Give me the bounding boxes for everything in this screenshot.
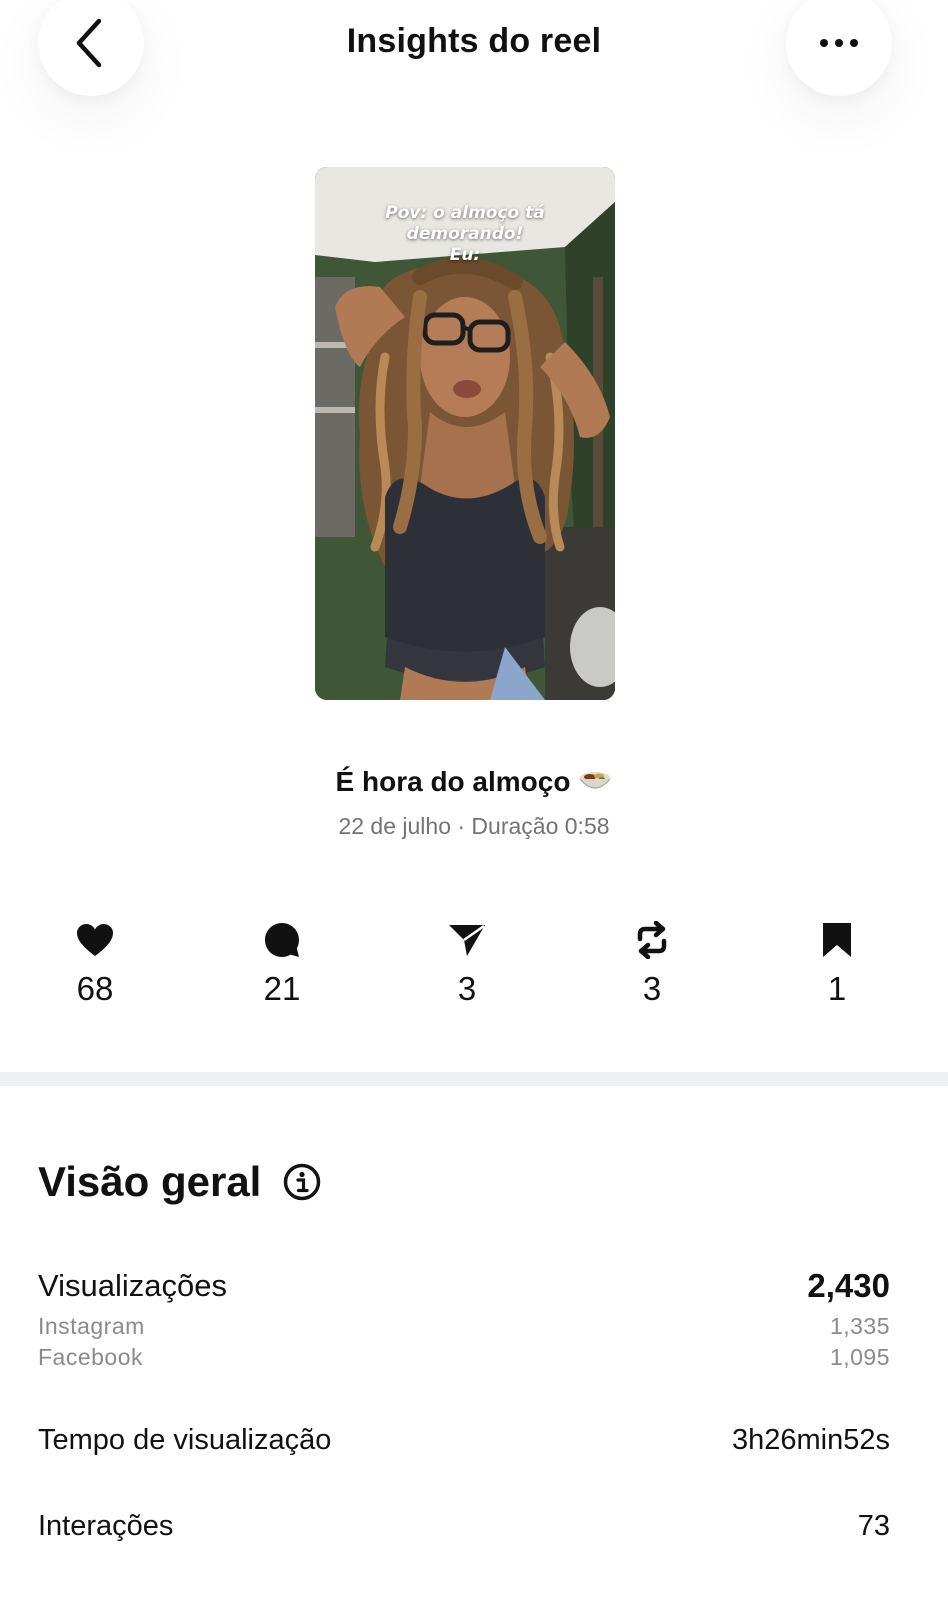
- caption-line-2: demorando!: [406, 224, 524, 244]
- reel-date-duration: 22 de julho · Duração 0:58: [338, 813, 610, 839]
- repost-icon: [592, 920, 712, 960]
- comment-icon: [222, 920, 342, 960]
- reel-thumbnail[interactable]: Pov: o almoço tá demorando! Eu:: [315, 167, 615, 700]
- reel-insights-screen: Insights do reel Pov: o almoço tá demora…: [0, 0, 948, 1600]
- bookmark-icon: [777, 920, 897, 960]
- overview-title-text: Visão geral: [38, 1158, 262, 1205]
- caption-line-3: Eu:: [449, 245, 481, 265]
- reel-title: É hora do almoço: [0, 766, 948, 800]
- watch-time-value: 3h26min52s: [732, 1424, 890, 1456]
- interactions-value: 73: [857, 1510, 890, 1542]
- views-instagram-value: 1,335: [829, 1313, 890, 1339]
- stat-likes: 68: [35, 920, 155, 1008]
- saves-count: 1: [827, 970, 847, 1007]
- stat-comments: 21: [222, 920, 342, 1008]
- views-value: 2,430: [807, 1267, 890, 1304]
- reel-title-text: É hora do almoço: [335, 766, 571, 797]
- stat-saves: 1: [777, 920, 897, 1008]
- stat-shares: 3: [407, 920, 527, 1008]
- likes-count: 68: [76, 970, 114, 1007]
- bowl-of-food-icon: [578, 767, 612, 800]
- shares-count: 3: [457, 970, 477, 1007]
- more-horizontal-icon: [820, 39, 858, 47]
- views-instagram-label: Instagram: [38, 1313, 145, 1339]
- info-icon[interactable]: [283, 1163, 321, 1201]
- caption-line-1: Pov: o almoço tá: [385, 203, 545, 223]
- stat-reposts: 3: [592, 920, 712, 1008]
- reposts-count: 3: [642, 970, 662, 1007]
- more-options-button[interactable]: [786, 0, 892, 96]
- send-icon: [407, 920, 527, 960]
- views-label: Visualizações: [38, 1268, 227, 1303]
- section-divider: [0, 1072, 948, 1086]
- interactions-label: Interações: [38, 1510, 174, 1542]
- comments-count: 21: [263, 970, 301, 1007]
- views-facebook-label: Facebook: [38, 1344, 144, 1370]
- watch-time-label: Tempo de visualização: [38, 1424, 332, 1456]
- views-facebook-value: 1,095: [829, 1344, 890, 1370]
- reel-thumbnail-caption: Pov: o almoço tá demorando! Eu:: [315, 203, 615, 266]
- overview-section-title: Visão geral: [38, 1158, 321, 1206]
- heart-icon: [35, 920, 155, 960]
